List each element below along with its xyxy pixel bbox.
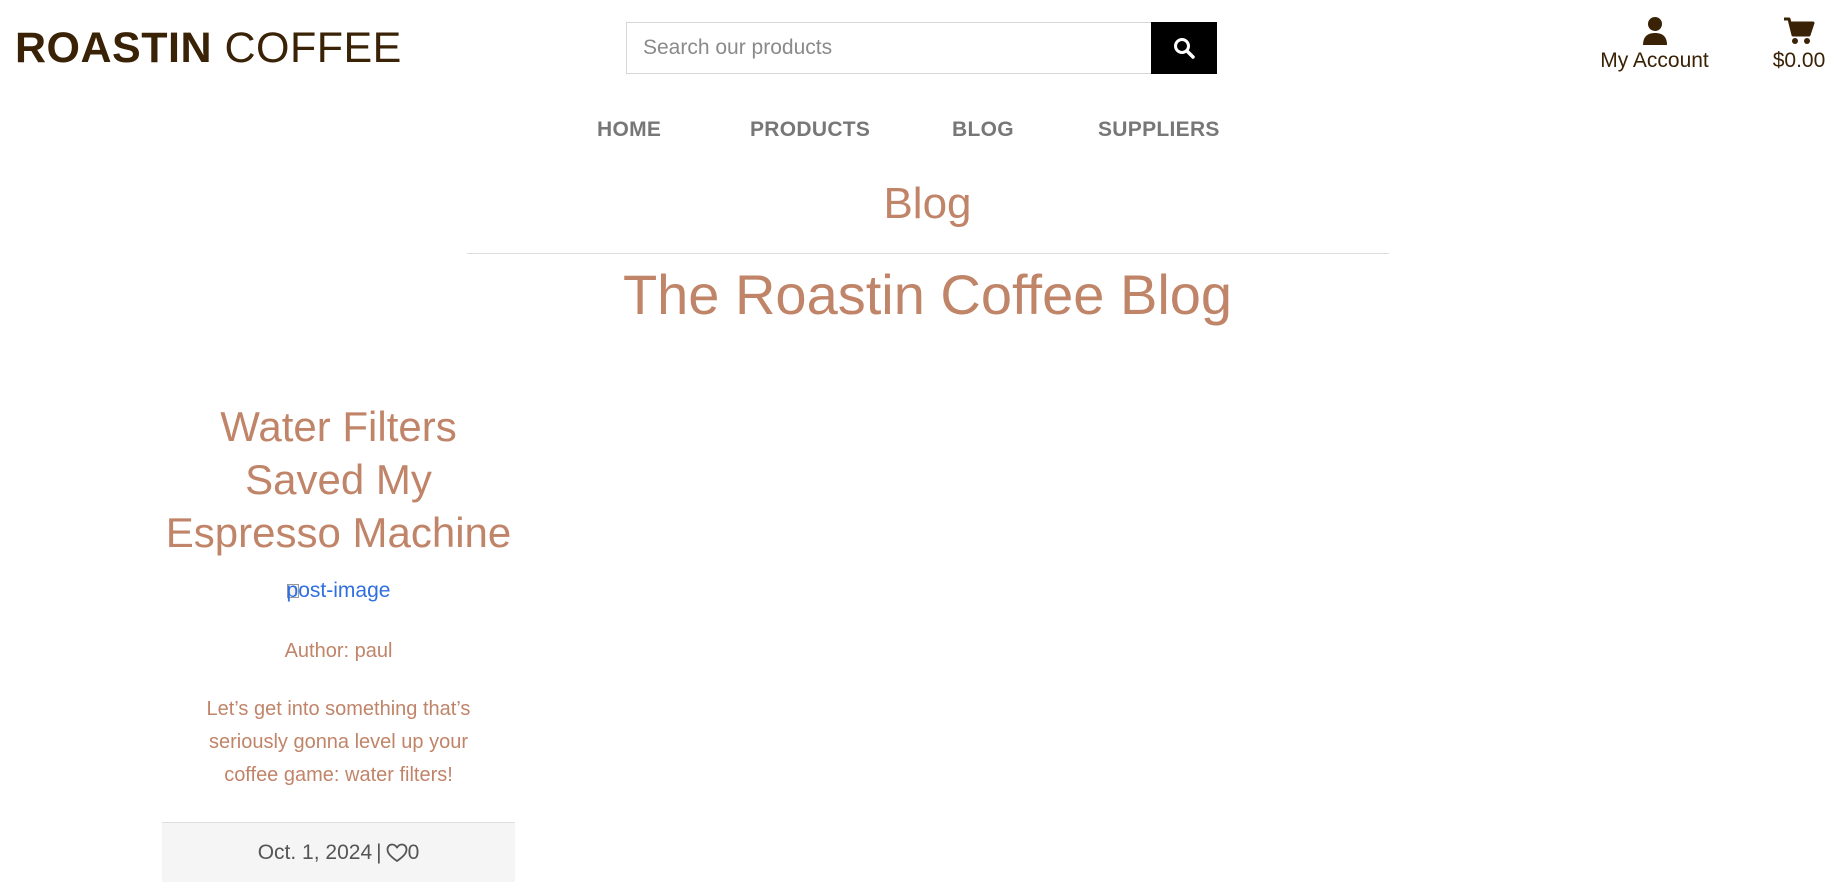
- brand-name-bold: ROASTIN: [15, 24, 212, 72]
- user-icon-wrap: [1592, 14, 1717, 46]
- search-icon: [1174, 38, 1195, 59]
- cart-icon: [1784, 17, 1815, 44]
- post-footer: Oct. 1, 2024 | 0: [162, 822, 515, 882]
- brand-name-light: COFFEE: [224, 24, 402, 72]
- search-button[interactable]: [1151, 22, 1217, 74]
- user-icon: [1642, 17, 1667, 45]
- nav-item-suppliers[interactable]: SUPPLIERS: [1098, 112, 1220, 148]
- site-header: ROASTIN COFFEE My Account: [0, 0, 1845, 96]
- footer-separator: |: [376, 840, 382, 864]
- like-button[interactable]: 0: [386, 840, 420, 865]
- blog-post-card: Water Filters Saved My Espresso Machine …: [162, 400, 515, 882]
- search-input[interactable]: [626, 22, 1151, 74]
- my-account-label: My Account: [1600, 49, 1709, 72]
- cart-icon-wrap: [1766, 14, 1832, 46]
- post-title[interactable]: Water Filters Saved My Espresso Machine: [162, 400, 515, 559]
- heart-icon: [386, 843, 407, 862]
- like-count: 0: [407, 840, 420, 864]
- brand-logo[interactable]: ROASTIN COFFEE: [15, 22, 402, 74]
- nav-item-blog[interactable]: BLOG: [952, 112, 1014, 148]
- post-image-link[interactable]: post-image: [162, 577, 515, 605]
- main-nav: HOME PRODUCTS BLOG SUPPLIERS: [0, 112, 1845, 148]
- nav-item-products[interactable]: PRODUCTS: [750, 112, 870, 148]
- section-label: Blog: [883, 179, 972, 228]
- nav-item-home[interactable]: HOME: [597, 112, 661, 148]
- cart-total: $0.00: [1772, 49, 1826, 72]
- my-account-link[interactable]: My Account: [1592, 14, 1717, 74]
- post-author: Author: paul: [284, 640, 393, 662]
- page-title: The Roastin Coffee Blog: [622, 263, 1233, 326]
- post-date: Oct. 1, 2024: [257, 840, 373, 864]
- title-divider: [467, 253, 1389, 254]
- search-form: [626, 22, 1217, 74]
- post-excerpt: Let’s get into something that’s seriousl…: [206, 698, 471, 786]
- post-image-alt: post-image: [286, 579, 391, 602]
- cart-link[interactable]: $0.00: [1766, 14, 1832, 74]
